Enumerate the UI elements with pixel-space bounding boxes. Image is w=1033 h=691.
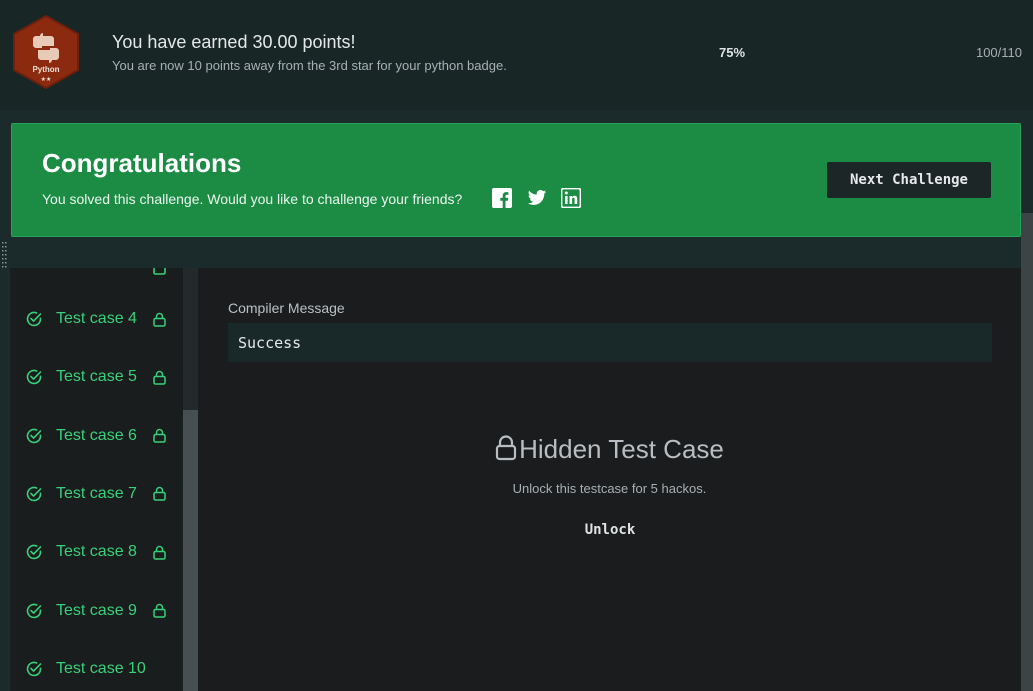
sidebar-item-test-case[interactable]: Test case 6 (10, 416, 183, 456)
lock-icon (153, 370, 166, 385)
points-earned-title: You have earned 30.00 points! (112, 32, 356, 52)
compiler-message-text: Success (238, 334, 302, 352)
test-case-label: Test case 5 (56, 368, 137, 386)
lock-icon (496, 435, 517, 461)
hidden-test-case-subtitle: Unlock this testcase for 5 hackos. (512, 481, 707, 496)
compiler-message-label: Compiler Message (228, 300, 345, 316)
test-case-label: Test case 10 (56, 659, 146, 677)
check-circle-icon (26, 311, 42, 327)
sidebar-item-test-case[interactable]: Test case 10 (10, 649, 183, 689)
badge-label: Python (32, 65, 59, 74)
sidebar-item-test-case[interactable]: Test case 4 (10, 299, 183, 339)
check-circle-icon (26, 428, 42, 443)
badge-stars: ★★ (41, 76, 52, 83)
lock-icon (153, 268, 166, 275)
lock-icon (153, 545, 166, 560)
check-circle-icon (26, 603, 42, 618)
badge-progress-count: 100/110 (975, 45, 1022, 60)
points-earned-subtitle: You are now 10 points away from the 3rd … (112, 58, 507, 73)
check-circle-icon (26, 661, 42, 677)
sidebar-item-test-case[interactable]: Test case 9 (10, 591, 183, 631)
sidebar-item-test-case[interactable]: Test case 5 (10, 357, 183, 397)
unlock-button[interactable]: Unlock (560, 518, 660, 542)
test-case-label: Test case 7 (56, 484, 137, 502)
next-challenge-button[interactable]: Next Challenge (827, 162, 991, 198)
test-case-label: Test case 9 (56, 601, 137, 619)
python-badge-icon: Python ★★ (13, 14, 79, 90)
sidebar-scrollbar-thumb[interactable] (183, 410, 198, 691)
test-case-label: Test case 4 (56, 310, 137, 327)
test-case-label: Test case 6 (56, 426, 137, 444)
check-circle-icon (26, 544, 42, 560)
lock-icon (153, 312, 166, 327)
lock-icon (153, 603, 166, 618)
test-case-sidebar: Test case 4 Test case 5 Test case 6 Test ca… (10, 268, 183, 691)
page-scrollbar[interactable] (1021, 213, 1033, 691)
facebook-icon[interactable] (492, 188, 512, 208)
badge-progress-percent: 75% (719, 45, 746, 60)
check-circle-icon (26, 486, 42, 502)
test-case-label: Test case 8 (56, 543, 137, 561)
hidden-title-text: Hidden Test Case (519, 434, 724, 464)
points-header: Python ★★ You have earned 30.00 points! … (0, 0, 1033, 110)
lock-icon (153, 487, 166, 502)
banner-text: You solved this challenge. Would you lik… (42, 191, 463, 207)
test-case-details: Compiler Message Success Hidden Test Cas… (198, 268, 1021, 691)
linkedin-icon[interactable] (561, 188, 581, 208)
banner-title: Congratulations (42, 148, 242, 178)
sidebar-item-test-case[interactable]: Test case 8 (10, 532, 183, 572)
sidebar-item-test-case[interactable]: Test case 7 (10, 474, 183, 514)
hidden-test-case-title: Hidden Test Case (198, 434, 1021, 465)
lock-icon (153, 428, 166, 443)
resize-handle-icon[interactable] (2, 240, 8, 270)
twitter-icon[interactable] (527, 188, 547, 208)
check-circle-icon (26, 369, 42, 385)
success-banner: Congratulations You solved this challeng… (11, 123, 1021, 237)
compiler-message-box: Success (228, 323, 992, 362)
